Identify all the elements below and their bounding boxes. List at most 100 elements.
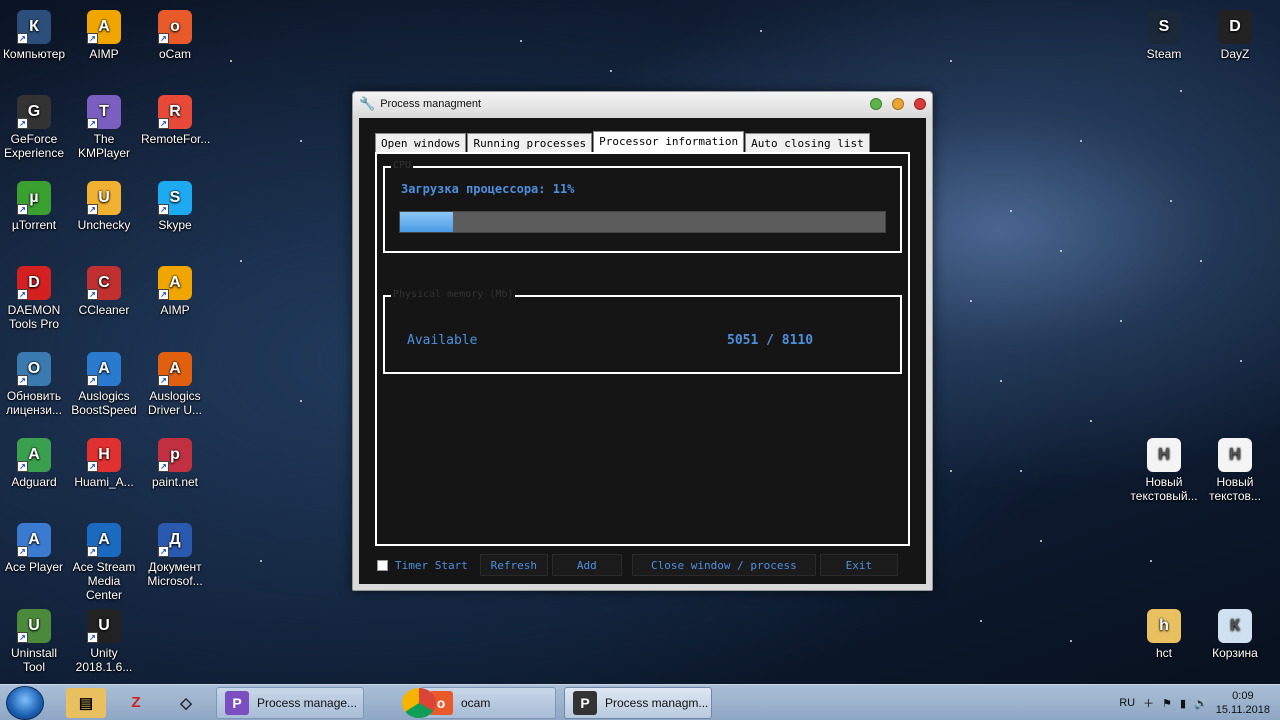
computer-icon: К ↗	[17, 10, 51, 44]
uninstall-tool-icon: U ↗	[17, 609, 51, 643]
start-button[interactable]	[6, 685, 44, 720]
shortcut-arrow-icon: ↗	[87, 375, 98, 386]
adguard-icon: A ↗	[17, 438, 51, 472]
flag-icon[interactable]: ⚑	[1162, 697, 1172, 710]
desktop-icon[interactable]: О ↗ Обновить лицензи...	[0, 352, 68, 417]
desktop-icon[interactable]: A ↗ Ace Player	[0, 523, 68, 574]
desktop-icon[interactable]: U ↗ Uninstall Tool	[0, 609, 68, 674]
taskbar-item[interactable]: P Process managm...	[564, 686, 712, 719]
shortcut-arrow-icon: ↗	[17, 289, 28, 300]
desktop-icon-label: Ace Player	[4, 560, 64, 574]
ocam-icon: o ↗	[158, 10, 192, 44]
desktop-icon[interactable]: R ↗ RemoteFor...	[141, 95, 210, 146]
desktop-icon-label: Unchecky	[77, 218, 131, 232]
desktop-icon[interactable]: A ↗ Auslogics BoostSpeed	[70, 352, 138, 417]
desktop-icon[interactable]: A ↗ AIMP	[70, 10, 138, 61]
desktop-icon[interactable]: A ↗ Auslogics Driver U...	[141, 352, 209, 417]
desktop-icon-label: CCleaner	[78, 303, 130, 317]
exit-button[interactable]: Exit	[819, 554, 898, 576]
desktop-icon-label: The KMPlayer	[77, 132, 130, 160]
zona-icon[interactable]: Z	[116, 688, 156, 718]
ace-stream-icon: A ↗	[87, 523, 121, 557]
taskbar-item[interactable]: o ocam	[420, 686, 556, 719]
cpu-group: CPU Загрузка процессора: 11%	[383, 160, 902, 253]
desktop-icon-label: Обновить лицензи...	[6, 389, 62, 417]
desktop-icon[interactable]: К Корзина	[1201, 609, 1269, 660]
timer-start-label: Timer Start	[395, 558, 468, 572]
desktop-icon[interactable]: G ↗ GeForce Experience	[0, 95, 68, 160]
license-icon: О ↗	[17, 352, 51, 386]
language-indicator[interactable]: RU	[1119, 697, 1135, 709]
desktop-icon[interactable]: Н Новый текстовый...	[1130, 438, 1198, 503]
close-window-process-button[interactable]: Close window / process	[631, 554, 816, 576]
cpu-load-text: Загрузка процессора: 11%	[401, 182, 575, 196]
boostspeed-icon: A ↗	[87, 352, 121, 386]
desktop-icon[interactable]: S ↗ Skype	[141, 181, 209, 232]
memory-available-value: 5051 / 8110	[727, 333, 814, 348]
unity-icon: U ↗	[87, 609, 121, 643]
volume-icon[interactable]: 🔊	[1194, 697, 1208, 710]
utorrent-icon: µ ↗	[17, 181, 51, 215]
desktop-icon[interactable]: o ↗ oCam	[141, 10, 209, 61]
desktop-icon-label: AIMP	[160, 303, 190, 317]
desktop-icon[interactable]: U ↗ Unity 2018.1.6...	[70, 609, 138, 674]
desktop-icon[interactable]: A ↗ Adguard	[0, 438, 68, 489]
desktop-icon[interactable]: H ↗ Huami_A...	[70, 438, 138, 489]
tab-processor-information[interactable]: Processor information	[593, 131, 745, 153]
desktop-icon[interactable]: D DayZ	[1201, 10, 1269, 61]
close-button[interactable]	[914, 98, 926, 110]
recycle-bin-icon: К	[1218, 609, 1252, 643]
unity-icon[interactable]: ◇	[166, 688, 206, 718]
system-tray: RU ＋ ⚑ ▮ 🔊 0:09 15.11.2018	[1119, 685, 1280, 720]
memory-available-label: Available	[407, 333, 478, 348]
processor-info-panel: CPU Загрузка процессора: 11% Physical me…	[375, 152, 910, 546]
word-doc-icon: Д ↗	[158, 523, 192, 557]
shortcut-arrow-icon: ↗	[87, 204, 98, 215]
plus-icon[interactable]: ＋	[1143, 695, 1154, 711]
shortcut-arrow-icon: ↗	[87, 632, 98, 643]
desktop-icon-label: Steam	[1146, 47, 1182, 61]
explorer-icon[interactable]: ▤	[66, 687, 106, 718]
clock-date: 15.11.2018	[1215, 704, 1270, 716]
timer-start-checkbox[interactable]	[377, 559, 388, 571]
desktop-icon[interactable]: Н Новый текстов...	[1201, 438, 1269, 503]
shortcut-arrow-icon: ↗	[17, 33, 28, 44]
window-title: Process managment	[380, 98, 482, 110]
desktop-icon[interactable]: A ↗ AIMP	[141, 266, 209, 317]
clock[interactable]: 0:09 15.11.2018	[1216, 689, 1270, 717]
refresh-button[interactable]: Refresh	[479, 554, 548, 576]
desktop-icon[interactable]: C ↗ CCleaner	[70, 266, 138, 317]
taskbar-items: P Process manage... o ocam P Process managm..…	[206, 686, 712, 719]
desktop-icon[interactable]: A ↗ Ace Stream Media Center	[70, 523, 138, 602]
tab-running-processes[interactable]: Running processes	[467, 133, 593, 153]
desktop-icon[interactable]: U ↗ Unchecky	[70, 181, 138, 232]
shortcut-arrow-icon: ↗	[158, 375, 169, 386]
chrome-icon[interactable]	[402, 688, 436, 718]
tab-auto-closing-list[interactable]: Auto closing list	[745, 133, 870, 153]
desktop-icon[interactable]: К ↗ Компьютер	[0, 10, 68, 61]
aimp-icon: A ↗	[158, 266, 192, 300]
maximize-button[interactable]	[892, 98, 904, 110]
desktop-icon[interactable]: Д ↗ Документ Microsof...	[141, 523, 209, 588]
desktop-icon[interactable]: µ ↗ µTorrent	[0, 181, 68, 232]
desktop-icon-label: AIMP	[89, 47, 119, 61]
window-titlebar[interactable]: 🔧 Process managment	[353, 92, 932, 116]
desktop-icon-label: Unity 2018.1.6...	[75, 646, 133, 674]
desktop-icon[interactable]: p ↗ paint.net	[141, 438, 209, 489]
desktop-icon-label: paint.net	[151, 475, 199, 489]
clock-time: 0:09	[1232, 690, 1254, 702]
geforce-icon: G ↗	[17, 95, 51, 129]
desktop-icon[interactable]: T ↗ The KMPlayer	[70, 95, 138, 160]
desktop-icon[interactable]: D ↗ DAEMON Tools Pro	[0, 266, 68, 331]
aimp-icon: A ↗	[87, 10, 121, 44]
taskbar-item[interactable]: P Process manage...	[216, 686, 364, 719]
shortcut-arrow-icon: ↗	[158, 546, 169, 557]
minimize-button[interactable]	[870, 98, 882, 110]
tab-open-windows[interactable]: Open windows	[375, 133, 467, 153]
network-icon[interactable]: ▮	[1180, 697, 1186, 710]
shortcut-arrow-icon: ↗	[158, 461, 169, 472]
desktop-icon[interactable]: h hct	[1130, 609, 1198, 660]
shortcut-arrow-icon: ↗	[17, 632, 28, 643]
add-button[interactable]: Add	[551, 554, 622, 576]
desktop-icon[interactable]: S Steam	[1130, 10, 1198, 61]
